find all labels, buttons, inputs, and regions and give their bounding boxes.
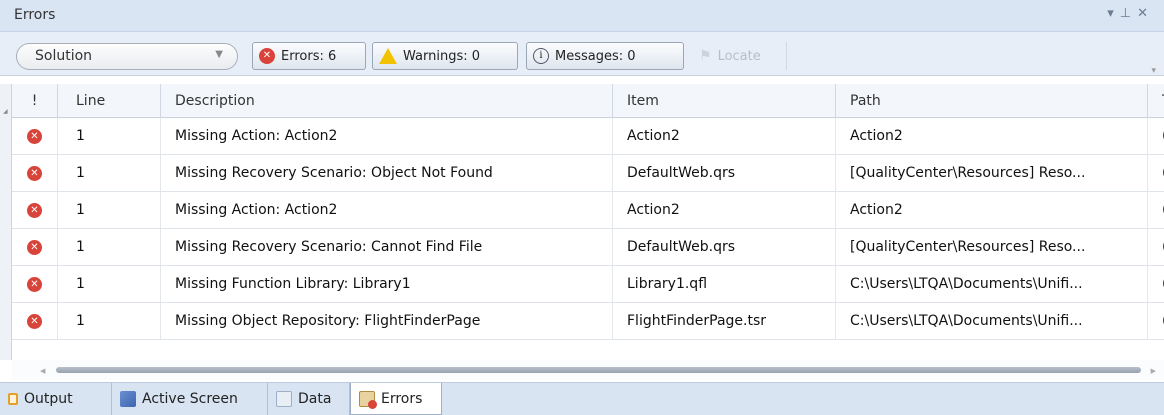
tab-errors-label: Errors (381, 390, 423, 407)
path-cell: [QualityCenter\Resources] Reso... (836, 229, 1148, 266)
warnings-filter-label: Warnings: 0 (403, 48, 481, 64)
tab-data[interactable]: Data (268, 383, 350, 415)
warnings-filter-button[interactable]: Warnings: 0 (372, 42, 518, 70)
tab-errors[interactable]: Errors (350, 383, 442, 415)
table-row[interactable]: ✕ 1 Missing Object Repository: FlightFin… (12, 303, 1164, 340)
output-icon (8, 393, 18, 405)
pin-icon[interactable]: ⊥ (1120, 6, 1137, 21)
toolbar-overflow-icon[interactable]: ▾ (1151, 66, 1156, 76)
column-header-line[interactable]: Line (58, 84, 161, 118)
scrollbar-thumb[interactable] (56, 367, 1141, 373)
item-cell: Action2 (613, 192, 836, 229)
row-header-strip: ◢ (0, 84, 12, 360)
description-cell: Missing Recovery Scenario: Object Not Fo… (161, 155, 613, 192)
messages-filter-label: Messages: 0 (555, 48, 636, 64)
item-cell: Library1.qfl (613, 266, 836, 303)
severity-cell: ✕ (12, 192, 58, 229)
severity-cell: ✕ (12, 155, 58, 192)
info-icon: i (533, 48, 549, 64)
description-cell: Missing Function Library: Library1 (161, 266, 613, 303)
scope-dropdown[interactable]: Solution ▼ (16, 43, 238, 70)
tab-output-label: Output (24, 391, 73, 407)
errors-filter-button[interactable]: ✕ Errors: 6 (252, 42, 366, 70)
description-cell: Missing Recovery Scenario: Cannot Find F… (161, 229, 613, 266)
path-cell: [QualityCenter\Resources] Reso... (836, 155, 1148, 192)
error-icon: ✕ (27, 276, 42, 292)
line-cell: 1 (58, 118, 161, 155)
severity-cell: ✕ (12, 266, 58, 303)
line-cell: 1 (58, 266, 161, 303)
tab-output[interactable]: Output (0, 383, 112, 415)
path-cell: Action2 (836, 118, 1148, 155)
column-header-severity[interactable]: ! (12, 84, 58, 118)
column-header-type[interactable]: T (1148, 84, 1164, 118)
table-row[interactable]: ✕ 1 Missing Recovery Scenario: Object No… (12, 155, 1164, 192)
table-row[interactable]: ✕ 1 Missing Action: Action2 Action2 Acti… (12, 192, 1164, 229)
item-cell: Action2 (613, 118, 836, 155)
errors-filter-label: Errors: 6 (281, 48, 337, 64)
close-icon[interactable]: ✕ (1137, 6, 1154, 21)
sort-corner-icon: ◢ (3, 108, 8, 115)
table-row[interactable]: ✕ 1 Missing Function Library: Library1 L… (12, 266, 1164, 303)
type-cell: ( (1148, 266, 1164, 303)
path-cell: Action2 (836, 192, 1148, 229)
path-cell: C:\Users\LTQA\Documents\Unifi... (836, 266, 1148, 303)
scope-value: Solution (35, 48, 93, 64)
error-icon: ✕ (27, 165, 42, 181)
column-header-path[interactable]: Path (836, 84, 1148, 118)
type-cell: ( (1148, 155, 1164, 192)
tab-active-screen-label: Active Screen (142, 391, 238, 407)
type-cell: ( (1148, 192, 1164, 229)
scroll-left-icon[interactable]: ◀ (40, 367, 45, 375)
warning-icon (379, 48, 397, 64)
column-header-item[interactable]: Item (613, 84, 836, 118)
item-cell: FlightFinderPage.tsr (613, 303, 836, 340)
locate-label: Locate (717, 48, 761, 64)
locate-flag-icon: ⚑ (699, 48, 712, 64)
error-icon: ✕ (27, 239, 42, 255)
tab-data-label: Data (298, 391, 332, 407)
error-icon: ✕ (27, 202, 42, 218)
panel-title-bar: Errors ▾⊥✕ (0, 0, 1164, 32)
line-cell: 1 (58, 155, 161, 192)
messages-filter-button[interactable]: i Messages: 0 (526, 42, 684, 70)
severity-cell: ✕ (12, 229, 58, 266)
item-cell: DefaultWeb.qrs (613, 229, 836, 266)
line-cell: 1 (58, 192, 161, 229)
severity-cell: ✕ (12, 303, 58, 340)
locate-button[interactable]: ⚑ Locate (693, 42, 787, 70)
active-screen-icon (120, 391, 136, 407)
description-cell: Missing Action: Action2 (161, 192, 613, 229)
column-header-description[interactable]: Description (161, 84, 613, 118)
description-cell: Missing Action: Action2 (161, 118, 613, 155)
errors-grid: ! Line Description Item Path T ✕ 1 Missi… (12, 84, 1164, 360)
line-cell: 1 (58, 229, 161, 266)
scroll-right-icon[interactable]: ▶ (1151, 367, 1156, 375)
errors-toolbar: Solution ▼ ✕ Errors: 6 Warnings: 0 i Mes… (0, 32, 1164, 76)
table-row[interactable]: ✕ 1 Missing Recovery Scenario: Cannot Fi… (12, 229, 1164, 266)
error-icon: ✕ (27, 128, 42, 144)
table-row[interactable]: ✕ 1 Missing Action: Action2 Action2 Acti… (12, 118, 1164, 155)
severity-cell: ✕ (12, 118, 58, 155)
data-icon (276, 391, 292, 407)
error-icon: ✕ (27, 313, 42, 329)
line-cell: 1 (58, 303, 161, 340)
panel-menu-icon[interactable]: ▾ (1107, 6, 1120, 21)
item-cell: DefaultWeb.qrs (613, 155, 836, 192)
description-cell: Missing Object Repository: FlightFinderP… (161, 303, 613, 340)
errors-icon (359, 390, 377, 409)
type-cell: ( (1148, 118, 1164, 155)
error-icon: ✕ (259, 48, 275, 64)
bottom-tab-bar: Output Active Screen Data Errors (0, 382, 1164, 415)
panel-title: Errors (14, 7, 56, 23)
type-cell: ( (1148, 229, 1164, 266)
chevron-down-icon: ▼ (215, 49, 223, 60)
tab-active-screen[interactable]: Active Screen (112, 383, 268, 415)
grid-header: ! Line Description Item Path T (12, 84, 1164, 118)
panel-controls: ▾⊥✕ (1107, 6, 1154, 21)
horizontal-scrollbar[interactable]: ◀ ▶ (12, 360, 1164, 380)
path-cell: C:\Users\LTQA\Documents\Unifi... (836, 303, 1148, 340)
type-cell: ( (1148, 303, 1164, 340)
